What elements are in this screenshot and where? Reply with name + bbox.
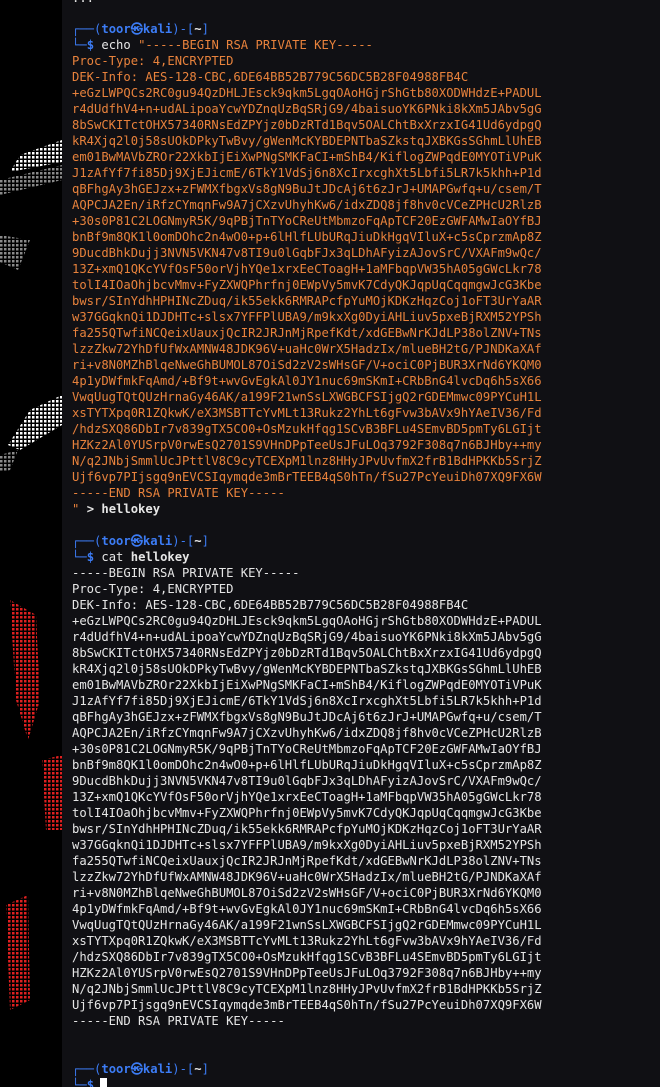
background-wallpaper bbox=[0, 0, 62, 1087]
redirect-operator: > bbox=[86, 502, 95, 516]
key-dek-info: DEK-Info: AES-128-CBC,6DE64BB52B779C56DC… bbox=[72, 70, 469, 84]
key-body-line: 13Z+xmQ1QKcYVfOsF50orVjhYQe1xrxEeCToagH+… bbox=[72, 262, 542, 276]
prompt-user-host: toor㉿kali bbox=[101, 534, 173, 548]
scrolled-output-fragment: ... bbox=[72, 0, 94, 6]
command-line: └─$ echo "-----BEGIN RSA PRIVATE KEY----… bbox=[72, 38, 373, 52]
key-body-line: bwsr/SInYdhHPHINcZDuq/ik55ekk6RMRAPcfpYu… bbox=[72, 822, 542, 836]
key-body-line: lzzZkw72YhDfUfWxAMNW48JDK96V+uaHc0WrX5Ha… bbox=[72, 870, 542, 884]
key-body-line: r4dUdfhV4+n+udALipoaYcwYDZnqUzBqSRjG9/4b… bbox=[72, 102, 542, 116]
key-body-line: J1zAfYf7fi85Dj9XjEJicmE/6TkY1VdSj6n8XcIr… bbox=[72, 166, 542, 180]
key-body-line: ri+v8N0MZhBlqeNweGhBUMOL87OiSd2zV2sWHsGF… bbox=[72, 886, 542, 900]
key-body-line: w37GGqknQi1DJDHTc+slsx7YFFPlUBA9/m9kxXg0… bbox=[72, 838, 542, 852]
key-body-line: +eGzLWPQCs2RC0gu94QzDHLJEsck9qkm5LgqOAoH… bbox=[72, 86, 542, 100]
key-body-line: 8bSwCKITctOHX57340RNsEdZPYjz0bDzRTd1Bqv5… bbox=[72, 118, 542, 132]
key-body-line: em01BwMAVbZROr22XkbIjEiXwPNgSMKFaCI+mShB… bbox=[72, 678, 542, 692]
key-body-line: fa255QTwfiNCQeixUauxjQcIR2JRJnMjRpefKdt/… bbox=[72, 854, 542, 868]
key-body-line: Ujf6vp7PIjsgq9nEVCSIqymqde3mBrTEEB4qS0hT… bbox=[72, 998, 542, 1012]
key-end-marker: -----END RSA PRIVATE KEY----- bbox=[72, 486, 285, 500]
key-body-line: bnBf9m8QK1l0omDOhc2n4wO0+p+6lHlfLUbURqJi… bbox=[72, 230, 542, 244]
key-end-marker: -----END RSA PRIVATE KEY----- bbox=[72, 1014, 285, 1028]
echo-string-begin: "-----BEGIN RSA PRIVATE KEY----- bbox=[138, 38, 373, 52]
key-body-line: lzzZkw72YhDfUfWxAMNW48JDK96V+uaHc0WrX5Ha… bbox=[72, 342, 542, 356]
key-body-line: 4p1yDWfmkFqAmd/+Bf9t+wvGvEgkAl0JY1nuc69m… bbox=[72, 902, 542, 916]
key-body-line: N/q2JNbjSmmlUcJPttlV8C9cyTCEXpM1lnz8HHyJ… bbox=[72, 982, 542, 996]
key-body-line: J1zAfYf7fi85Dj9XjEJicmE/6TkY1VdSj6n8XcIr… bbox=[72, 694, 542, 708]
key-body-line: 13Z+xmQ1QKcYVfOsF50orVjhYQe1xrxEeCToagH+… bbox=[72, 790, 542, 804]
key-body-line: em01BwMAVbZROr22XkbIjEiXwPNgSMKFaCI+mShB… bbox=[72, 150, 542, 164]
key-body-line: xsTYTXpq0R1ZQkwK/eX3MSBTTcYvMLt13Rukz2Yh… bbox=[72, 406, 542, 420]
key-body-line: tolI4IOaOhjbcvMmv+FyZXWQPhrfnj0EWpVy5mvK… bbox=[72, 278, 542, 292]
key-body-line: kR4Xjq2l0j58sUOkDPkyTwBvy/gWenMcKYBDEPNT… bbox=[72, 134, 542, 148]
key-proc-type: Proc-Type: 4,ENCRYPTED bbox=[72, 582, 234, 596]
command-cat: cat bbox=[101, 550, 124, 564]
prompt-path: ~ bbox=[194, 534, 202, 548]
command-line: └─$ cat hellokey bbox=[72, 550, 190, 564]
key-body-line: fa255QTwfiNCQeixUauxjQcIR2JRJnMjRpefKdt/… bbox=[72, 326, 542, 340]
key-body-line: VwqUugTQtQUzHrnaGy46AK/a199F21wnSsLXWGBC… bbox=[72, 390, 542, 404]
prompt-line: ┌──(toor㉿kali)-[~] bbox=[72, 1062, 209, 1076]
wallpaper-art bbox=[0, 140, 62, 1010]
key-body-line: bwsr/SInYdhHPHINcZDuq/ik55ekk6RMRAPcfpYu… bbox=[72, 294, 542, 308]
key-body-line: tolI4IOaOhjbcvMmv+FyZXWQPhrfnj0EWpVy5mvK… bbox=[72, 806, 542, 820]
key-proc-type: Proc-Type: 4,ENCRYPTED bbox=[72, 54, 234, 68]
key-body-line: 9DucdBhkDujj3NVN5VKN47v8TI9u0lGqbFJx3qLD… bbox=[72, 774, 542, 788]
key-body-line: 4p1yDWfmkFqAmd/+Bf9t+wvGvEgkAl0JY1nuc69m… bbox=[72, 374, 542, 388]
key-body-line: AQPCJA2En/iRfzCYmqnFw9A7jCXzvUhyhKw6/idx… bbox=[72, 726, 542, 740]
command-arg: hellokey bbox=[130, 550, 190, 564]
redirect-target: hellokey bbox=[101, 502, 161, 516]
key-body-line: Ujf6vp7PIjsgq9nEVCSIqymqde3mBrTEEB4qS0hT… bbox=[72, 470, 542, 484]
key-body-line: +30s0P81C2LOGNmyR5K/9qPBjTnTYoCReUtMbmzo… bbox=[72, 214, 542, 228]
key-body-line: r4dUdfhV4+n+udALipoaYcwYDZnqUzBqSRjG9/4b… bbox=[72, 630, 542, 644]
key-body-line: xsTYTXpq0R1ZQkwK/eX3MSBTTcYvMLt13Rukz2Yh… bbox=[72, 934, 542, 948]
key-begin-marker: -----BEGIN RSA PRIVATE KEY----- bbox=[72, 566, 300, 580]
prompt-path: ~ bbox=[194, 22, 202, 36]
key-dek-info: DEK-Info: AES-128-CBC,6DE64BB52B779C56DC… bbox=[72, 598, 469, 612]
key-body-line: ri+v8N0MZhBlqeNweGhBUMOL87OiSd2zV2sWHsGF… bbox=[72, 358, 542, 372]
key-body-line: 9DucdBhkDujj3NVN5VKN47v8TI9u0lGqbFJx3qLD… bbox=[72, 246, 542, 260]
key-body-line: HZKz2Al0YUSrpV0rwEsQ2701S9VHnDPpTeeUsJFu… bbox=[72, 966, 542, 980]
terminal-window[interactable]: ... ┌──(toor㉿kali)-[~] └─$ echo "-----BE… bbox=[62, 0, 660, 1087]
key-body-line: 8bSwCKITctOHX57340RNsEdZPYjz0bDzRTd1Bqv5… bbox=[72, 646, 542, 660]
key-body-line: qBFhgAy3hGEJzx+zFWMXfbgxVs8gN9BuJtJDcAj6… bbox=[72, 182, 542, 196]
key-body-line: /hdzSXQ86DbIr7v839gTX5CO0+OsMzukHfqg1SCv… bbox=[72, 422, 542, 436]
key-body-line: AQPCJA2En/iRfzCYmqnFw9A7jCXzvUhyhKw6/idx… bbox=[72, 198, 542, 212]
prompt-line: ┌──(toor㉿kali)-[~] bbox=[72, 534, 209, 548]
key-body-line: w37GGqknQi1DJDHTc+slsx7YFFPlUBA9/m9kxXg0… bbox=[72, 310, 542, 324]
prompt-user-host: toor㉿kali bbox=[101, 1062, 173, 1076]
key-body-line: HZKz2Al0YUSrpV0rwEsQ2701S9VHnDPpTeeUsJFu… bbox=[72, 438, 542, 452]
key-body-line: N/q2JNbjSmmlUcJPttlV8C9cyTCEXpM1lnz8HHyJ… bbox=[72, 454, 542, 468]
command-echo: echo bbox=[101, 38, 131, 52]
redirect-line: " > hellokey bbox=[72, 501, 160, 517]
key-body-line: /hdzSXQ86DbIr7v839gTX5CO0+OsMzukHfqg1SCv… bbox=[72, 950, 542, 964]
command-line[interactable]: └─$ bbox=[72, 1077, 108, 1087]
prompt-path: ~ bbox=[194, 1062, 202, 1076]
key-body-line: VwqUugTQtQUzHrnaGy46AK/a199F21wnSsLXWGBC… bbox=[72, 918, 542, 932]
key-body-line: +eGzLWPQCs2RC0gu94QzDHLJEsck9qkm5LgqOAoH… bbox=[72, 614, 542, 628]
prompt-user-host: toor㉿kali bbox=[101, 22, 173, 36]
text-cursor[interactable] bbox=[100, 1078, 108, 1087]
key-body-line: +30s0P81C2LOGNmyR5K/9qPBjTnTYoCReUtMbmzo… bbox=[72, 742, 542, 756]
key-body-line: kR4Xjq2l0j58sUOkDPkyTwBvy/gWenMcKYBDEPNT… bbox=[72, 662, 542, 676]
key-body-line: bnBf9m8QK1l0omDOhc2n4wO0+p+6lHlfLUbURqJi… bbox=[72, 758, 542, 772]
key-body-line: qBFhgAy3hGEJzx+zFWMXfbgxVs8gN9BuJtJDcAj6… bbox=[72, 710, 542, 724]
closing-quote: " bbox=[72, 502, 80, 516]
prompt-line: ┌──(toor㉿kali)-[~] bbox=[72, 22, 209, 36]
